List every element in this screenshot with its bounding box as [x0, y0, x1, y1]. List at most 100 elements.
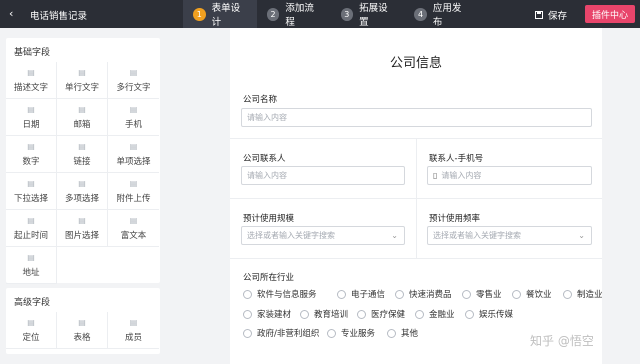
field-item-label: 表格 — [73, 332, 91, 343]
time-range-icon: ▤ — [27, 215, 35, 225]
contact-phone-placeholder: 请输入内容 — [441, 171, 482, 180]
link-icon: ▤ — [78, 141, 86, 151]
field-item-label: 描述文字 — [13, 82, 48, 93]
step-number: 2 — [266, 7, 280, 21]
field-item-label: 多行文字 — [116, 82, 151, 93]
step-tabs: 1 表单设计 2 添加流程 3 拓展设置 4 应用发布 — [183, 0, 478, 28]
save-button[interactable]: 保存 — [535, 8, 567, 22]
industry-option[interactable]: 家装建材 — [243, 308, 291, 320]
advanced-fields-grid: ▤ 定位 ▤ 表格 ▤ 成员 — [6, 312, 159, 349]
form-title: 公司信息 — [389, 56, 442, 71]
radio-circle-icon — [462, 289, 471, 299]
industry-option[interactable]: 政府/非营利组织 — [243, 327, 319, 339]
field-item-label: 图片选择 — [64, 230, 99, 241]
field-item-label: 日期 — [22, 119, 40, 130]
field-item-label: 成员 — [124, 332, 142, 343]
industry-option[interactable]: 娱乐传媒 — [465, 308, 513, 320]
radio-circle-icon — [563, 289, 572, 299]
step-label: 表单设计 — [211, 3, 241, 28]
radio-circle-icon — [387, 328, 396, 338]
field-item[interactable]: ▤ 地址 — [6, 247, 57, 284]
form-canvas: 公司信息 公司名称 请输入内容 公司联系人 请输入内容 联系人-手机号 ▯ 请输入… — [230, 28, 603, 364]
calendar-icon: ▤ — [27, 104, 35, 114]
field-item[interactable]: ▤ 富文本 — [108, 210, 159, 247]
frequency-placeholder: 选择或者输入关键字搜索 — [433, 231, 521, 240]
industry-option[interactable]: 专业服务 — [327, 327, 375, 339]
field-item[interactable]: ▤ 邮箱 — [57, 99, 108, 136]
industry-option-label: 医疗保健 — [371, 310, 406, 320]
app-title: 电话销售记录 — [30, 11, 88, 22]
tab-app-publish[interactable]: 4 应用发布 — [404, 0, 478, 28]
radio-circle-icon — [465, 309, 474, 319]
advanced-fields-panel: 高级字段 ▤ 定位 ▤ 表格 ▤ 成员 — [6, 288, 160, 354]
phone-icon: ▤ — [129, 104, 138, 114]
plugin-center-button[interactable]: 插件中心 — [585, 5, 635, 23]
industry-option[interactable]: 软件与信息服务 — [243, 288, 317, 300]
radio-circle-icon — [337, 289, 346, 299]
number-icon: ▤ — [27, 141, 35, 151]
save-label: 保存 — [548, 11, 568, 22]
field-item[interactable]: ▤ 手机 — [108, 99, 159, 136]
radio-circle-icon — [327, 328, 336, 338]
multi-line-icon: ▤ — [129, 67, 138, 77]
basic-fields-title: 基础字段 — [14, 48, 51, 58]
field-item[interactable]: ▤ 多行文字 — [108, 62, 159, 99]
industry-option-label: 娱乐传媒 — [479, 310, 514, 320]
scale-select[interactable]: 选择或者输入关键字搜索 ⌄ — [241, 226, 405, 245]
field-item[interactable]: ▤ 图片选择 — [57, 210, 108, 247]
image-icon: ▤ — [78, 215, 86, 225]
field-item-label: 富文本 — [120, 230, 147, 241]
industry-option-label: 软件与信息服务 — [257, 290, 317, 300]
field-item[interactable]: ▤ 链接 — [57, 136, 108, 173]
frequency-select[interactable]: 选择或者输入关键字搜索 ⌄ — [427, 226, 592, 245]
industry-option[interactable]: 餐饮业 — [512, 288, 552, 300]
field-item[interactable]: ▤ 定位 — [6, 312, 57, 349]
industry-option-label: 电子通信 — [351, 290, 386, 300]
industry-option[interactable]: 金融业 — [415, 308, 455, 320]
field-item-label: 数字 — [22, 156, 40, 167]
field-item[interactable]: ▤ 数字 — [6, 136, 57, 173]
mobile-phone-icon: ▯ — [433, 171, 438, 180]
industry-option[interactable]: 快速消费品 — [395, 288, 452, 300]
field-item[interactable]: ▤ 日期 — [6, 99, 57, 136]
industry-option-label: 零售业 — [476, 290, 502, 300]
chevron-down-icon: ⌄ — [391, 231, 398, 240]
tab-form-design[interactable]: 1 表单设计 — [183, 0, 257, 28]
field-item[interactable]: ▤ 起止时间 — [6, 210, 57, 247]
single-line-icon: ▤ — [78, 67, 86, 77]
field-item-label: 地址 — [22, 267, 40, 278]
industry-option-label: 政府/非营利组织 — [257, 329, 320, 339]
contact-phone-input[interactable]: ▯ 请输入内容 — [427, 166, 592, 185]
industry-option[interactable]: 医疗保健 — [357, 308, 405, 320]
field-item[interactable]: ▤ 多项选择 — [57, 173, 108, 210]
industry-option[interactable]: 教育培训 — [300, 308, 348, 320]
rich-text-icon: ▤ — [129, 215, 138, 225]
company-name-input[interactable]: 请输入内容 — [241, 108, 592, 127]
table-icon: ▤ — [78, 317, 86, 327]
contact-input[interactable]: 请输入内容 — [241, 166, 405, 185]
field-item[interactable]: ▤ 单项选择 — [108, 136, 159, 173]
chevron-down-icon: ⌄ — [578, 231, 585, 240]
contact-phone-label: 联系人-手机号 — [429, 154, 484, 164]
field-item[interactable]: ▤ 附件上传 — [108, 173, 159, 210]
industry-option-label: 其他 — [401, 329, 419, 339]
field-item-label: 手机 — [124, 119, 142, 130]
back-arrow-icon[interactable]: ‹ — [9, 7, 13, 20]
radio-circle-icon — [395, 289, 404, 299]
field-item[interactable]: ▤ 成员 — [108, 312, 159, 349]
step-label: 应用发布 — [432, 3, 462, 28]
industry-option[interactable]: 其他 — [387, 327, 418, 339]
member-icon: ▤ — [129, 317, 138, 327]
field-item[interactable]: ▤ 描述文字 — [6, 62, 57, 99]
industry-option[interactable]: 制造业 — [563, 288, 603, 300]
field-item[interactable]: ▤ 下拉选择 — [6, 173, 57, 210]
field-item[interactable]: ▤ 单行文字 — [57, 62, 108, 99]
field-item[interactable]: ▤ 表格 — [57, 312, 108, 349]
tab-extend-settings[interactable]: 3 拓展设置 — [331, 0, 405, 28]
tab-add-flow[interactable]: 2 添加流程 — [257, 0, 331, 28]
field-item-label: 多项选择 — [64, 193, 99, 204]
industry-option[interactable]: 零售业 — [462, 288, 502, 300]
frequency-label: 预计使用频率 — [429, 214, 481, 224]
radio-circle-icon — [415, 309, 424, 319]
industry-option[interactable]: 电子通信 — [337, 288, 385, 300]
